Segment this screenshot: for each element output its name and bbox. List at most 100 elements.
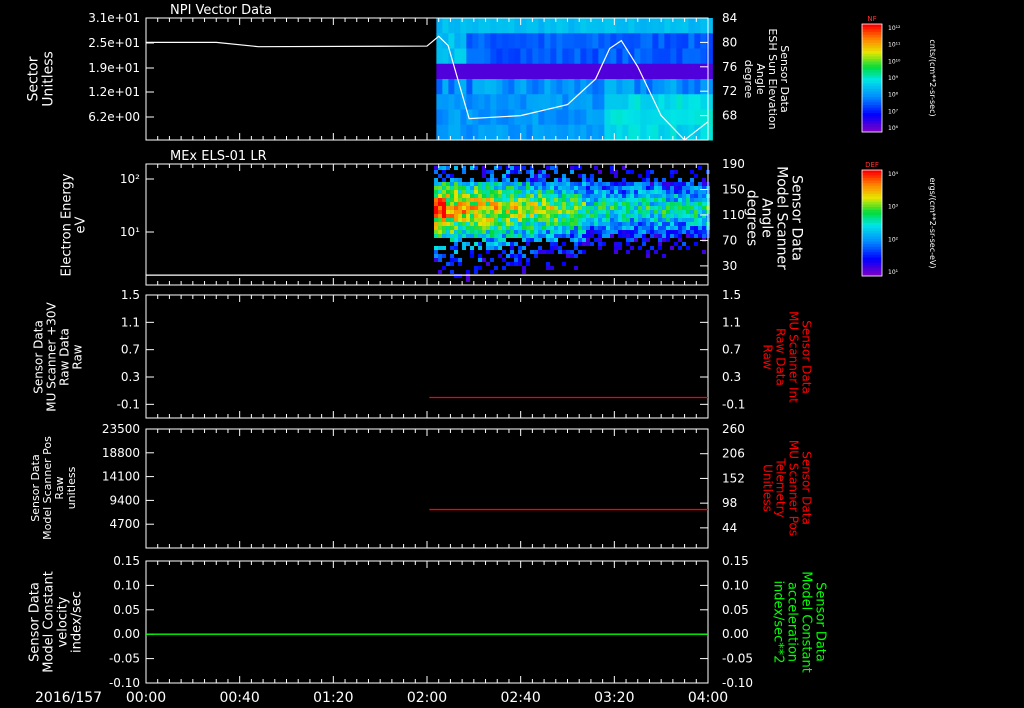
spectrogram-cell — [508, 33, 515, 49]
spectrogram-cell — [566, 222, 571, 226]
spectrogram-cell — [438, 210, 443, 214]
spectrogram-cell — [508, 94, 515, 110]
spectrogram-cell — [650, 214, 655, 218]
spectrogram-cell — [522, 246, 527, 250]
spectrogram-cell — [490, 258, 495, 262]
date-label: 2016/157 — [35, 690, 102, 706]
spectrogram-cell — [466, 186, 471, 190]
spectrogram-cell — [652, 33, 659, 49]
spectrogram-cell — [558, 226, 563, 230]
spectrogram-cell — [688, 63, 695, 80]
spectrogram-cell — [654, 218, 659, 222]
spectrogram-cell — [586, 210, 591, 214]
spectrogram-cell — [514, 63, 521, 80]
spectrogram-cell — [534, 190, 539, 194]
time-tick-label: 00:00 — [126, 690, 166, 706]
spectrogram-cell — [466, 63, 473, 80]
spectrogram-cell — [618, 210, 623, 214]
spectrogram-cell — [506, 198, 511, 202]
spectrogram-cell — [514, 190, 519, 194]
spectrogram-cell — [550, 48, 557, 65]
spectrogram-cell — [518, 258, 523, 262]
spectrogram-cell — [450, 198, 455, 202]
spectrogram-cell — [658, 210, 663, 214]
spectrogram-cell — [598, 109, 605, 126]
spectrogram-cell — [686, 214, 691, 218]
spectrogram-cell — [568, 63, 575, 80]
spectrogram-cell — [590, 214, 595, 218]
spectrogram-cell — [514, 242, 519, 246]
spectrogram-cell — [702, 206, 707, 210]
spectrogram-cell — [522, 218, 527, 222]
spectrogram-cell — [614, 246, 619, 250]
spectrogram-cell — [698, 166, 703, 170]
spectrogram-cell — [462, 210, 467, 214]
spectrogram-cell — [514, 206, 519, 210]
spectrogram-cell — [568, 79, 575, 95]
spectrogram-cell — [654, 182, 659, 186]
spectrogram-cell — [566, 234, 571, 238]
panel-2-title: MEx ELS-01 LR — [170, 149, 267, 164]
spectrogram-cell — [490, 186, 495, 190]
spectrogram-cell — [678, 198, 683, 202]
spectrogram-cell — [658, 186, 663, 190]
spectrogram-cell — [448, 18, 455, 34]
spectrogram-cell — [550, 210, 555, 214]
spectrogram-cell — [616, 48, 623, 65]
panel-5-left-tick-label: 0.05 — [113, 603, 140, 617]
spectrogram-cell — [506, 242, 511, 246]
panel-2-right-tick-label: 70 — [722, 233, 737, 247]
spectrogram-cell — [554, 198, 559, 202]
spectrogram-cell — [482, 182, 487, 186]
spectrogram-cell — [486, 210, 491, 214]
spectrogram-cell — [506, 226, 511, 230]
spectrogram-cell — [630, 238, 635, 242]
spectrogram-cell — [554, 222, 559, 226]
spectrogram-cell — [662, 214, 667, 218]
spectrogram-cell — [702, 210, 707, 214]
spectrogram-cell — [566, 210, 571, 214]
spectrogram-cell — [682, 206, 687, 210]
spectrogram-cell — [538, 222, 543, 226]
spectrogram-cell — [486, 262, 491, 266]
spectrogram-cell — [466, 194, 471, 198]
spectrogram-cell — [448, 94, 455, 110]
spectrogram-cell — [470, 230, 475, 234]
spectrogram-cell — [502, 218, 507, 222]
spectrogram-cell — [550, 214, 555, 218]
spectrogram-cell — [590, 234, 595, 238]
spectrogram-cell — [454, 234, 459, 238]
spectrogram-cell — [498, 206, 503, 210]
spectrogram-cell — [538, 202, 543, 206]
spectrogram-cell — [530, 218, 535, 222]
spectrogram-cell — [582, 210, 587, 214]
spectrogram-cell — [566, 198, 571, 202]
spectrogram-cell — [642, 194, 647, 198]
spectrogram-cell — [678, 246, 683, 250]
spectrogram-cell — [618, 194, 623, 198]
spectrogram-cell — [462, 218, 467, 222]
spectrogram-cell — [494, 214, 499, 218]
spectrogram-cell — [562, 230, 567, 234]
spectrogram-cell — [558, 198, 563, 202]
spectrogram-cell — [574, 33, 581, 49]
spectrogram-cell — [554, 170, 559, 174]
spectrogram-cell — [490, 238, 495, 242]
time-tick-label: 03:20 — [594, 690, 634, 706]
spectrogram-cell — [642, 230, 647, 234]
spectrogram-cell — [678, 178, 683, 182]
spectrogram-cell — [574, 194, 579, 198]
spectrogram-cell — [518, 190, 523, 194]
spectrogram-cell — [562, 178, 567, 182]
spectrogram-cell — [442, 178, 447, 182]
spectrogram-cell — [462, 194, 467, 198]
panel-1-title: NPI Vector Data — [170, 3, 272, 18]
spectrogram-cell — [598, 230, 603, 234]
spectrogram-cell — [482, 186, 487, 190]
spectrogram-cell — [466, 79, 473, 95]
spectrogram-cell — [522, 186, 527, 190]
spectrogram-cell — [450, 214, 455, 218]
spectrogram-cell — [478, 194, 483, 198]
spectrogram-cell — [526, 170, 531, 174]
spectrogram-cell — [462, 234, 467, 238]
